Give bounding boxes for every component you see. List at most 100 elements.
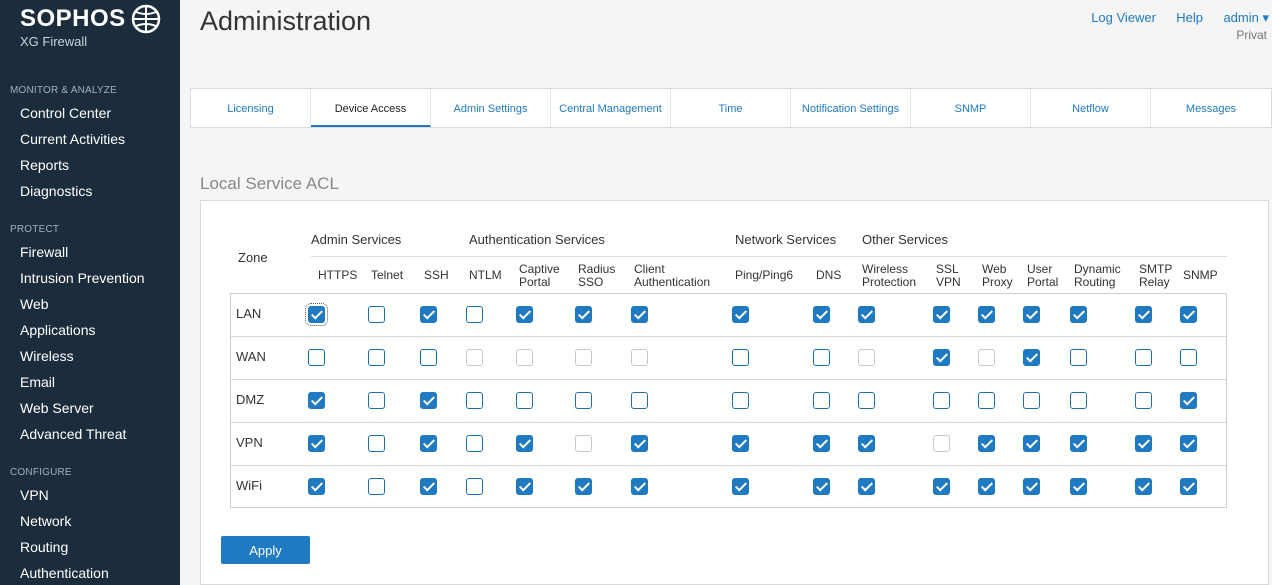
checkbox-dmz-https[interactable] [308,392,325,409]
apply-button[interactable]: Apply [221,536,310,564]
checkbox-lan-snmp[interactable] [1180,306,1197,323]
tab-netflow[interactable]: Netflow [1031,89,1151,127]
tab-device-access[interactable]: Device Access [311,89,431,127]
checkbox-wan-user-portal[interactable] [1023,349,1040,366]
checkbox-dmz-radius-sso[interactable] [575,392,592,409]
checkbox-wifi-ntlm[interactable] [466,478,483,495]
checkbox-lan-https[interactable] [305,303,328,326]
checkbox-wifi-wireless-protection[interactable] [858,478,875,495]
checkbox-dmz-client-authentication[interactable] [631,392,648,409]
nav-item-reports[interactable]: Reports [20,157,69,173]
admin-user-menu[interactable]: admin ▾ [1223,10,1269,26]
tab-messages[interactable]: Messages [1151,89,1271,127]
nav-item-intrusion-prevention[interactable]: Intrusion Prevention [20,270,145,286]
nav-item-authentication[interactable]: Authentication [20,565,109,581]
checkbox-lan-web-proxy[interactable] [978,306,995,323]
checkbox-lan-ntlm[interactable] [466,306,483,323]
checkbox-wan-ping-ping6[interactable] [732,349,749,366]
checkbox-wifi-ssl-vpn[interactable] [933,478,950,495]
checkbox-vpn-snmp[interactable] [1180,435,1197,452]
nav-item-email[interactable]: Email [20,374,55,390]
checkbox-dmz-dynamic-routing[interactable] [1070,392,1087,409]
nav-item-network[interactable]: Network [20,513,71,529]
checkbox-lan-telnet[interactable] [368,306,385,323]
nav-item-routing[interactable]: Routing [20,539,68,555]
checkbox-wan-dns[interactable] [813,349,830,366]
checkbox-wifi-ping-ping6[interactable] [732,478,749,495]
checkbox-dmz-telnet[interactable] [368,392,385,409]
nav-item-current-activities[interactable]: Current Activities [20,131,125,147]
checkbox-wifi-web-proxy[interactable] [978,478,995,495]
checkbox-wifi-radius-sso[interactable] [575,478,592,495]
nav-item-vpn[interactable]: VPN [20,487,49,503]
checkbox-lan-dns[interactable] [813,306,830,323]
checkbox-dmz-wireless-protection[interactable] [858,392,875,409]
nav-item-firewall[interactable]: Firewall [20,244,68,260]
tab-licensing[interactable]: Licensing [191,89,311,127]
checkbox-vpn-client-authentication[interactable] [631,435,648,452]
checkbox-lan-smtp-relay[interactable] [1135,306,1152,323]
checkbox-wan-snmp[interactable] [1180,349,1197,366]
checkbox-dmz-smtp-relay[interactable] [1135,392,1152,409]
checkbox-wan-https[interactable] [308,349,325,366]
nav-item-web-server[interactable]: Web Server [20,400,94,416]
tab-time[interactable]: Time [671,89,791,127]
checkbox-wifi-dns[interactable] [813,478,830,495]
checkbox-dmz-dns[interactable] [813,392,830,409]
checkbox-vpn-dynamic-routing[interactable] [1070,435,1087,452]
checkbox-wan-smtp-relay[interactable] [1135,349,1152,366]
checkbox-wan-telnet[interactable] [368,349,385,366]
checkbox-wifi-captive-portal[interactable] [516,478,533,495]
checkbox-dmz-captive-portal[interactable] [516,392,533,409]
checkbox-wifi-user-portal[interactable] [1023,478,1040,495]
log-viewer-link[interactable]: Log Viewer [1091,10,1156,25]
help-link[interactable]: Help [1176,10,1203,25]
checkbox-dmz-snmp[interactable] [1180,392,1197,409]
checkbox-vpn-smtp-relay[interactable] [1135,435,1152,452]
checkbox-lan-user-portal[interactable] [1023,306,1040,323]
checkbox-wifi-dynamic-routing[interactable] [1070,478,1087,495]
checkbox-vpn-ntlm[interactable] [466,435,483,452]
checkbox-dmz-ssh[interactable] [420,392,437,409]
checkbox-lan-client-authentication[interactable] [631,306,648,323]
checkbox-dmz-web-proxy[interactable] [978,392,995,409]
checkbox-wifi-ssh[interactable] [420,478,437,495]
checkbox-lan-dynamic-routing[interactable] [1070,306,1087,323]
checkbox-vpn-web-proxy[interactable] [978,435,995,452]
nav-item-control-center[interactable]: Control Center [20,105,111,121]
checkbox-vpn-telnet[interactable] [368,435,385,452]
checkbox-lan-wireless-protection[interactable] [858,306,875,323]
checkbox-wifi-snmp[interactable] [1180,478,1197,495]
checkbox-vpn-captive-portal[interactable] [516,435,533,452]
nav-item-diagnostics[interactable]: Diagnostics [20,183,92,199]
tab-admin-settings[interactable]: Admin Settings [431,89,551,127]
checkbox-wan-dynamic-routing[interactable] [1070,349,1087,366]
nav-item-web[interactable]: Web [20,296,49,312]
checkbox-lan-radius-sso[interactable] [575,306,592,323]
checkbox-dmz-ntlm[interactable] [466,392,483,409]
checkbox-wan-ssl-vpn[interactable] [933,349,950,366]
nav-item-applications[interactable]: Applications [20,322,96,338]
tab-snmp[interactable]: SNMP [911,89,1031,127]
checkbox-wifi-https[interactable] [308,478,325,495]
checkbox-wifi-telnet[interactable] [368,478,385,495]
checkbox-dmz-user-portal[interactable] [1023,392,1040,409]
checkbox-dmz-ssl-vpn[interactable] [933,392,950,409]
checkbox-vpn-ping-ping6[interactable] [732,435,749,452]
checkbox-wifi-smtp-relay[interactable] [1135,478,1152,495]
checkbox-lan-ping-ping6[interactable] [732,306,749,323]
nav-item-wireless[interactable]: Wireless [20,348,74,364]
checkbox-vpn-https[interactable] [308,435,325,452]
nav-item-advanced-threat[interactable]: Advanced Threat [20,426,126,442]
tab-notification-settings[interactable]: Notification Settings [791,89,911,127]
checkbox-vpn-ssh[interactable] [420,435,437,452]
checkbox-vpn-user-portal[interactable] [1023,435,1040,452]
tab-central-management[interactable]: Central Management [551,89,671,127]
checkbox-lan-ssl-vpn[interactable] [933,306,950,323]
checkbox-dmz-ping-ping6[interactable] [732,392,749,409]
checkbox-wan-ssh[interactable] [420,349,437,366]
checkbox-vpn-wireless-protection[interactable] [858,435,875,452]
checkbox-lan-captive-portal[interactable] [516,306,533,323]
checkbox-lan-ssh[interactable] [420,306,437,323]
checkbox-wifi-client-authentication[interactable] [631,478,648,495]
